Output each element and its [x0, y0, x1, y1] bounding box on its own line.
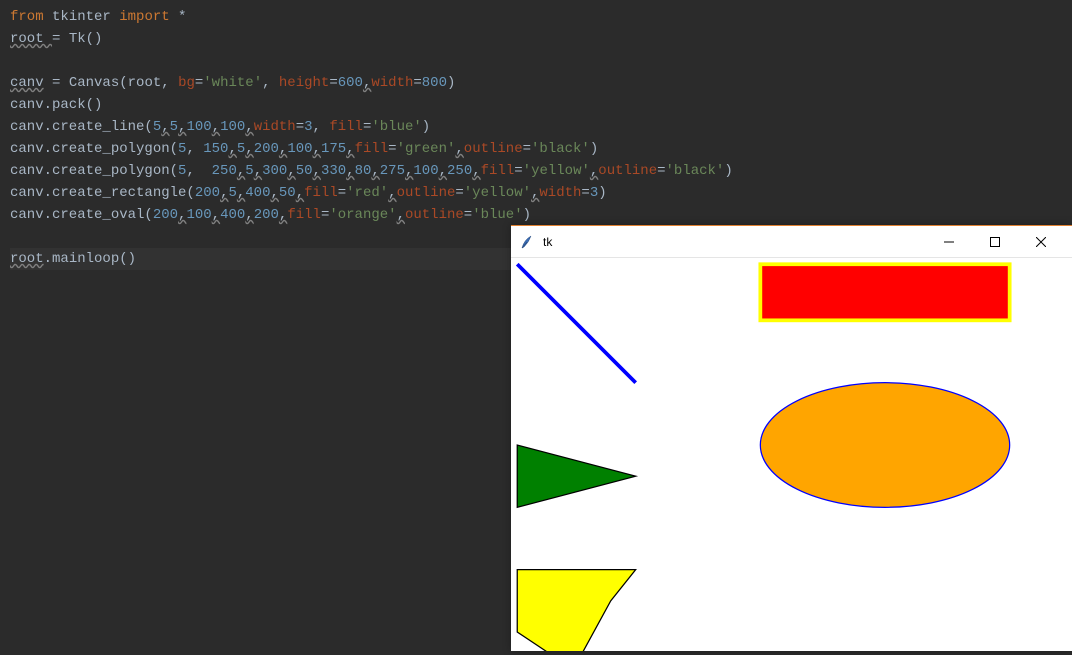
- tk-ctor: Tk(): [69, 31, 103, 47]
- canvas-polygon: [517, 570, 635, 651]
- canvas-oval: [760, 383, 1009, 508]
- code-line[interactable]: canv.pack(): [10, 94, 1062, 116]
- code-line[interactable]: from tkinter import *: [10, 6, 1062, 28]
- window-controls: [926, 227, 1064, 257]
- canvas-triangle: [517, 445, 635, 507]
- code-line[interactable]: root = Tk(): [10, 28, 1062, 50]
- code-line[interactable]: canv.create_polygon(5, 150,5,200,100,175…: [10, 138, 1062, 160]
- close-button[interactable]: [1018, 227, 1064, 257]
- tk-window[interactable]: tk: [511, 225, 1072, 651]
- keyword-from: from: [10, 9, 44, 25]
- keyword-import: import: [119, 9, 169, 25]
- window-titlebar[interactable]: tk: [511, 226, 1072, 258]
- assign: =: [52, 31, 69, 47]
- minimize-button[interactable]: [926, 227, 972, 257]
- tk-canvas: [511, 258, 1072, 651]
- maximize-button[interactable]: [972, 227, 1018, 257]
- code-line[interactable]: canv.create_line(5,5,100,100,width=3, fi…: [10, 116, 1062, 138]
- window-title: tk: [543, 235, 926, 249]
- var-canv: canv: [10, 75, 44, 91]
- canvas-rectangle: [760, 264, 1009, 320]
- canvas-line: [517, 264, 635, 382]
- code-line[interactable]: canv.create_rectangle(200,5,400,50,fill=…: [10, 182, 1062, 204]
- code-line[interactable]: canv.create_polygon(5, 250,5,300,50,330,…: [10, 160, 1062, 182]
- canvas-area: [511, 258, 1072, 651]
- code-line-empty[interactable]: [10, 50, 1062, 72]
- code-line[interactable]: canv = Canvas(root, bg='white', height=6…: [10, 72, 1062, 94]
- module-name: tkinter: [44, 9, 120, 25]
- tk-feather-icon: [519, 234, 535, 250]
- var-root: root: [10, 31, 52, 47]
- star: *: [170, 9, 187, 25]
- code-line[interactable]: canv.create_oval(200,100,400,200,fill='o…: [10, 204, 1062, 226]
